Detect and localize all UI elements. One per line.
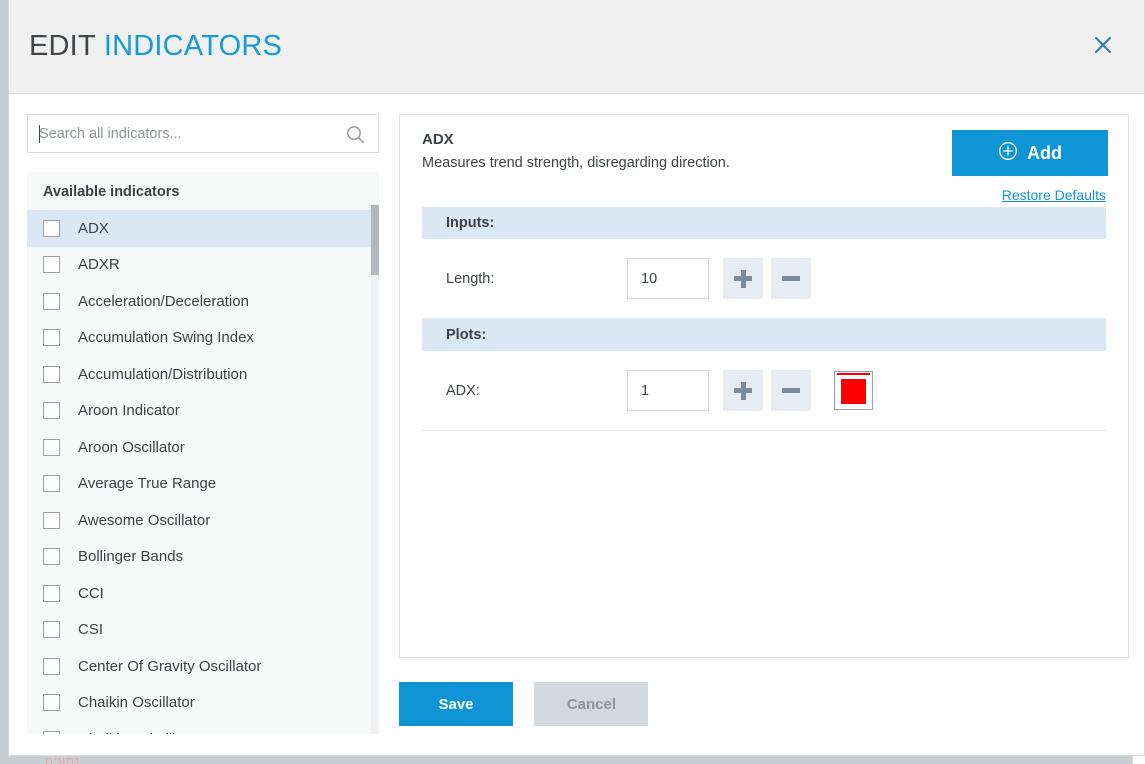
plots-section-header: Plots: — [422, 319, 1106, 351]
indicator-label: Aroon Oscillator — [78, 439, 185, 456]
plot-color-swatch[interactable] — [834, 371, 873, 410]
list-item[interactable]: CSI — [27, 612, 379, 649]
restore-defaults-link[interactable]: Restore Defaults — [1002, 187, 1106, 203]
plus-circle-icon — [998, 141, 1018, 166]
list-item[interactable]: Bollinger Bands — [27, 539, 379, 576]
length-decrement-button[interactable] — [771, 258, 811, 299]
list-item[interactable]: Aroon Oscillator — [27, 429, 379, 466]
indicator-label: ADX — [78, 220, 109, 237]
list-item[interactable]: Chaikin Oscillator — [27, 685, 379, 722]
indicator-list-scrollbar[interactable] — [371, 205, 379, 734]
list-item[interactable]: Awesome Oscillator — [27, 502, 379, 539]
scrollbar-thumb[interactable] — [371, 205, 379, 275]
minus-icon — [782, 388, 800, 393]
indicator-checkbox[interactable] — [43, 585, 60, 602]
indicator-checkbox[interactable] — [43, 548, 60, 565]
adx-decrement-button[interactable] — [771, 370, 811, 411]
indicator-checkbox[interactable] — [43, 402, 60, 419]
detail-header: ADX Measures trend strength, disregardin… — [400, 115, 1128, 207]
list-item[interactable]: Average True Range — [27, 466, 379, 503]
inputs-section-header: Inputs: — [422, 207, 1106, 239]
background-left-edge — [0, 0, 8, 764]
close-icon[interactable] — [1088, 30, 1118, 60]
search-box[interactable] — [27, 114, 379, 153]
input-field-length[interactable] — [627, 258, 709, 299]
list-item[interactable]: Accumulation/Distribution — [27, 356, 379, 393]
dialog-footer: Save Cancel — [399, 682, 648, 726]
list-item[interactable]: ADXR — [27, 247, 379, 284]
list-item[interactable]: Center Of Gravity Oscillator — [27, 648, 379, 685]
indicator-browser: Available indicators ADX ADXR Acceleration… — [27, 114, 379, 734]
indicator-list[interactable]: ADX ADXR Acceleration/Deceleration Accumula… — [27, 210, 379, 734]
indicator-label: Accumulation Swing Index — [78, 329, 254, 346]
indicator-checkbox[interactable] — [43, 366, 60, 383]
add-button-label: Add — [1027, 143, 1062, 164]
indicator-checkbox[interactable] — [43, 731, 60, 734]
indicator-label: Chaikin Oscillator — [78, 694, 195, 711]
list-item[interactable]: Chaikin Volatility — [27, 721, 379, 734]
indicator-checkbox[interactable] — [43, 256, 60, 273]
list-item[interactable]: ADX — [27, 210, 379, 247]
available-indicators-heading: Available indicators — [27, 172, 379, 210]
indicator-name: ADX — [422, 131, 454, 148]
minus-icon — [782, 276, 800, 281]
indicator-label: CSI — [78, 621, 103, 638]
indicator-label: Average True Range — [78, 475, 216, 492]
indicator-checkbox[interactable] — [43, 475, 60, 492]
input-label-length: Length: — [446, 271, 494, 287]
list-item[interactable]: Aroon Indicator — [27, 393, 379, 430]
indicator-checkbox[interactable] — [43, 512, 60, 529]
page-root: נתונים EDITINDICATORS — [0, 0, 1145, 764]
dialog-header: EDITINDICATORS — [9, 0, 1144, 94]
page-title: EDITINDICATORS — [29, 30, 282, 63]
indicator-checkbox[interactable] — [43, 293, 60, 310]
indicator-label: ADXR — [78, 256, 120, 273]
indicator-label: Awesome Oscillator — [78, 512, 210, 529]
list-item[interactable]: Accumulation Swing Index — [27, 320, 379, 357]
indicator-label: CCI — [78, 585, 104, 602]
dialog-body: Available indicators ADX ADXR Acceleration… — [9, 94, 1144, 755]
indicator-checkbox[interactable] — [43, 694, 60, 711]
plot-label-adx: ADX: — [446, 383, 480, 399]
search-icon[interactable] — [346, 125, 365, 149]
indicator-checkbox[interactable] — [43, 658, 60, 675]
plot-row-adx: ADX: — [422, 351, 1106, 430]
divider-after-plots — [422, 430, 1106, 431]
input-row-length: Length: — [422, 239, 1106, 318]
indicator-label: Aroon Indicator — [78, 402, 180, 419]
list-item[interactable]: CCI — [27, 575, 379, 612]
indicator-label: Bollinger Bands — [78, 548, 183, 565]
adx-increment-button[interactable] — [723, 370, 763, 411]
indicator-checkbox[interactable] — [43, 220, 60, 237]
indicator-description: Measures trend strength, disregarding di… — [422, 155, 730, 171]
indicator-checkbox[interactable] — [43, 439, 60, 456]
title-indicators-word: INDICATORS — [104, 30, 282, 62]
plus-icon-vertical — [741, 382, 746, 400]
indicator-checkbox[interactable] — [43, 621, 60, 638]
available-indicators-panel: Available indicators ADX ADXR Acceleration… — [27, 172, 379, 734]
save-button[interactable]: Save — [399, 682, 513, 726]
list-item[interactable]: Acceleration/Deceleration — [27, 283, 379, 320]
indicator-label: Chaikin Volatility — [78, 731, 187, 734]
indicator-label: Acceleration/Deceleration — [78, 293, 249, 310]
plot-field-adx[interactable] — [627, 370, 709, 411]
add-button[interactable]: Add — [952, 130, 1108, 176]
indicator-detail-panel: ADX Measures trend strength, disregardin… — [399, 114, 1129, 658]
plus-icon-vertical — [741, 270, 746, 288]
swatch-top-line — [837, 373, 870, 375]
cancel-button[interactable]: Cancel — [534, 682, 648, 726]
length-increment-button[interactable] — [723, 258, 763, 299]
indicator-label: Accumulation/Distribution — [78, 366, 247, 383]
search-input[interactable] — [39, 115, 339, 152]
edit-indicators-dialog: EDITINDICATORS — [8, 0, 1145, 756]
indicator-label: Center Of Gravity Oscillator — [78, 658, 261, 675]
indicator-checkbox[interactable] — [43, 329, 60, 346]
title-edit-word: EDIT — [29, 30, 96, 62]
swatch-fill — [841, 379, 866, 404]
